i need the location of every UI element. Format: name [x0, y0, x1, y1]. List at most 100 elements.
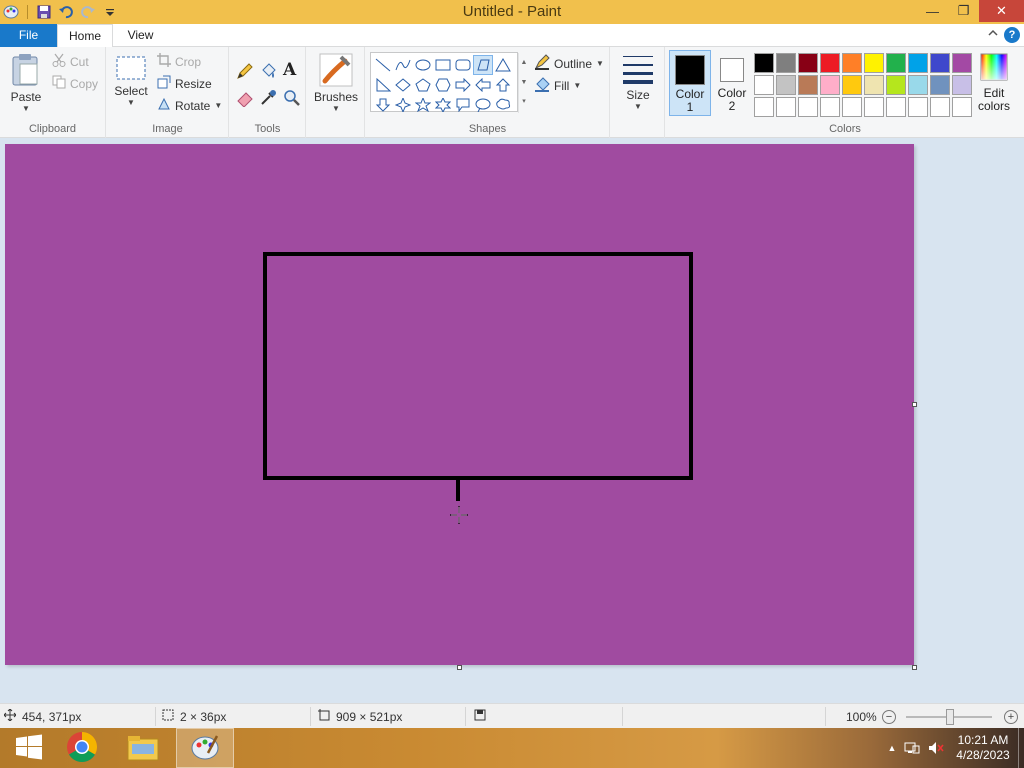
volume-muted-icon[interactable] [924, 741, 948, 755]
resize-handle-corner[interactable] [912, 665, 917, 670]
polygon-shape-icon[interactable] [473, 55, 493, 75]
right-triangle-shape-icon[interactable] [373, 75, 393, 95]
palette-swatch[interactable] [776, 97, 796, 117]
rotate-button[interactable]: Rotate ▼ [157, 97, 222, 114]
palette-swatch[interactable] [842, 53, 862, 73]
network-icon[interactable] [900, 741, 924, 755]
resize-handle-right[interactable] [912, 402, 917, 407]
brushes-dropdown-icon[interactable]: ▼ [313, 104, 359, 113]
palette-swatch[interactable] [886, 75, 906, 95]
zoom-slider-thumb[interactable] [946, 709, 954, 725]
palette-swatch[interactable] [864, 75, 884, 95]
outline-button[interactable]: Outline ▼ [534, 54, 604, 73]
palette-swatch[interactable] [952, 75, 972, 95]
palette-swatch[interactable] [820, 97, 840, 117]
maximize-button[interactable]: ❐ [948, 0, 979, 22]
canvas-area[interactable] [0, 139, 1024, 703]
palette-swatch[interactable] [842, 75, 862, 95]
rotate-dropdown-icon[interactable]: ▼ [214, 101, 222, 110]
text-tool-icon[interactable]: A [283, 60, 296, 80]
palette-swatch[interactable] [798, 97, 818, 117]
palette-swatch[interactable] [754, 53, 774, 73]
pentagon-shape-icon[interactable] [413, 75, 433, 95]
down-arrow-shape-icon[interactable] [373, 95, 393, 115]
color2-button[interactable]: Color 2 [712, 50, 752, 116]
color-picker-icon[interactable] [259, 89, 277, 107]
left-arrow-shape-icon[interactable] [473, 75, 493, 95]
show-desktop-button[interactable] [1018, 728, 1024, 768]
taskbar-file-explorer[interactable] [114, 728, 172, 768]
brushes-button[interactable]: Brushes ▼ [313, 53, 359, 113]
cloud-callout-shape-icon[interactable] [493, 95, 513, 115]
paste-button[interactable]: Paste ▼ [6, 53, 46, 113]
fill-button[interactable]: Fill ▼ [534, 76, 581, 95]
palette-swatch[interactable] [908, 53, 928, 73]
palette-swatch[interactable] [908, 97, 928, 117]
palette-swatch[interactable] [754, 75, 774, 95]
paint-app-icon[interactable] [2, 3, 20, 21]
palette-swatch[interactable] [908, 75, 928, 95]
drawing-canvas[interactable] [5, 144, 914, 665]
eraser-icon[interactable] [236, 89, 254, 108]
triangle-shape-icon[interactable] [493, 55, 513, 75]
up-arrow-shape-icon[interactable] [493, 75, 513, 95]
edit-colors-button[interactable]: Edit colors [976, 53, 1012, 113]
palette-swatch[interactable] [886, 97, 906, 117]
diamond-shape-icon[interactable] [393, 75, 413, 95]
palette-swatch[interactable] [952, 97, 972, 117]
palette-swatch[interactable] [820, 53, 840, 73]
palette-swatch[interactable] [798, 75, 818, 95]
tab-view[interactable]: View [113, 24, 168, 47]
rounded-rectangle-shape-icon[interactable] [453, 55, 473, 75]
scroll-down-icon[interactable]: ▼ [519, 73, 529, 93]
oval-shape-icon[interactable] [413, 55, 433, 75]
five-point-star-shape-icon[interactable] [413, 95, 433, 115]
resize-button[interactable]: Resize [157, 75, 212, 92]
tab-home[interactable]: Home [57, 24, 113, 48]
palette-swatch[interactable] [754, 97, 774, 117]
magnifier-icon[interactable] [283, 89, 301, 107]
fill-bucket-icon[interactable] [259, 62, 277, 80]
paste-dropdown-icon[interactable]: ▼ [6, 104, 46, 113]
tab-file[interactable]: File [0, 24, 57, 47]
zoom-out-button[interactable]: − [882, 710, 896, 724]
line-shape-icon[interactable] [373, 55, 393, 75]
minimize-button[interactable]: — [917, 0, 948, 22]
palette-swatch[interactable] [798, 53, 818, 73]
zoom-in-button[interactable]: + [1004, 710, 1018, 724]
taskbar-chrome[interactable] [53, 728, 111, 768]
color1-button[interactable]: Color 1 [669, 50, 711, 116]
save-icon[interactable] [35, 3, 53, 21]
rounded-callout-shape-icon[interactable] [453, 95, 473, 115]
show-hidden-icons-icon[interactable]: ▲ [884, 743, 900, 753]
undo-icon[interactable] [57, 3, 75, 21]
resize-handle-bottom[interactable] [457, 665, 462, 670]
start-button[interactable] [0, 728, 58, 768]
palette-swatch[interactable] [842, 97, 862, 117]
customize-quick-access-icon[interactable] [101, 3, 119, 21]
six-point-star-shape-icon[interactable] [433, 95, 453, 115]
palette-swatch[interactable] [930, 75, 950, 95]
minimize-ribbon-icon[interactable] [988, 28, 998, 40]
palette-swatch[interactable] [930, 53, 950, 73]
size-button[interactable]: Size ▼ [617, 53, 659, 111]
size-dropdown-icon[interactable]: ▼ [617, 102, 659, 111]
select-dropdown-icon[interactable]: ▼ [113, 98, 149, 107]
select-button[interactable]: Select ▼ [113, 55, 149, 107]
clock[interactable]: 10:21 AM 4/28/2023 [948, 733, 1018, 763]
oval-callout-shape-icon[interactable] [473, 95, 493, 115]
rectangle-shape-icon[interactable] [433, 55, 453, 75]
palette-swatch[interactable] [864, 53, 884, 73]
palette-swatch[interactable] [886, 53, 906, 73]
taskbar-paint[interactable] [176, 728, 234, 768]
palette-swatch[interactable] [820, 75, 840, 95]
curve-shape-icon[interactable] [393, 55, 413, 75]
scroll-up-icon[interactable]: ▲ [519, 53, 529, 73]
hexagon-shape-icon[interactable] [433, 75, 453, 95]
pencil-icon[interactable] [236, 62, 254, 80]
palette-swatch[interactable] [864, 97, 884, 117]
palette-swatch[interactable] [930, 97, 950, 117]
help-button[interactable]: ? [1004, 27, 1020, 43]
palette-swatch[interactable] [952, 53, 972, 73]
four-point-star-shape-icon[interactable] [393, 95, 413, 115]
